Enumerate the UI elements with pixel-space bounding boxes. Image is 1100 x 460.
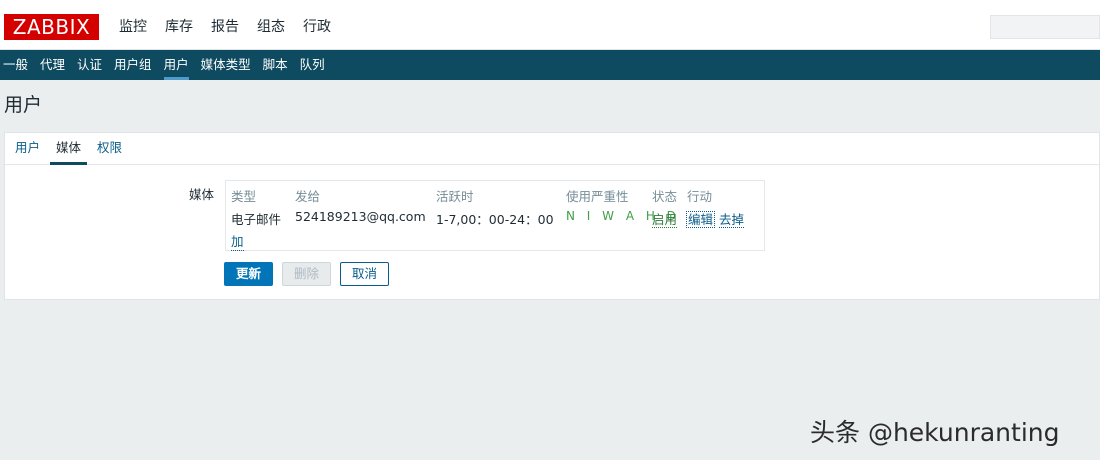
column-header-send-to: 发给 [295, 189, 321, 204]
tab-bar: 用户 媒体 权限 [5, 133, 1100, 165]
global-search-input[interactable] [990, 15, 1100, 39]
main-nav: 监控 库存 报告 组态 行政 [110, 0, 340, 50]
column-header-status: 状态 [652, 189, 678, 204]
media-table: 类型 发给 活跃时 使用严重性 状态 行动 电子邮件 524189213@qq.… [225, 180, 765, 251]
main-nav-inventory[interactable]: 库存 [156, 0, 202, 50]
subnav-item-users[interactable]: 用户 [158, 50, 195, 80]
sub-nav: 一般 代理 认证 用户组 用户 媒体类型 脚本 队列 [0, 50, 1100, 80]
media-when-active-cell: 1-7,00：00-24：00 [436, 212, 554, 227]
update-button[interactable]: 更新 [224, 262, 273, 286]
cancel-button[interactable]: 取消 [340, 262, 389, 286]
subnav-item-media-types[interactable]: 媒体类型 [195, 50, 257, 80]
subnav-item-queue[interactable]: 队列 [294, 50, 331, 80]
column-header-when-active: 活跃时 [436, 189, 474, 204]
page-title: 用户 [4, 94, 43, 116]
media-action-cell: 编辑 去掉 [686, 209, 745, 228]
subnav-item-user-groups[interactable]: 用户组 [108, 50, 158, 80]
main-nav-reports[interactable]: 报告 [202, 0, 248, 50]
tab-media[interactable]: 媒体 [50, 133, 88, 165]
edit-media-link[interactable]: 编辑 [686, 211, 716, 228]
media-send-to-cell: 524189213@qq.com [295, 209, 426, 224]
main-nav-administration[interactable]: 行政 [294, 0, 340, 50]
media-field-label: 媒体 [189, 187, 215, 202]
main-nav-monitoring[interactable]: 监控 [110, 0, 156, 50]
subnav-item-scripts[interactable]: 脚本 [257, 50, 294, 80]
remove-media-link[interactable]: 去掉 [719, 212, 745, 228]
subnav-item-authentication[interactable]: 认证 [71, 50, 108, 80]
status-enabled-link[interactable]: 启用 [652, 212, 678, 228]
media-type-cell: 电子邮件 [231, 212, 282, 227]
delete-button[interactable]: 删除 [282, 262, 331, 286]
user-form-card: 用户 媒体 权限 媒体 类型 发给 活跃时 使用严重性 状态 行动 电子邮件 5… [4, 132, 1100, 300]
subnav-item-proxies[interactable]: 代理 [34, 50, 71, 80]
tab-permissions[interactable]: 权限 [91, 133, 128, 164]
top-bar: ZABBIX 监控 库存 报告 组态 行政 [0, 0, 1100, 50]
tab-user[interactable]: 用户 [9, 133, 46, 164]
column-header-type: 类型 [231, 189, 257, 204]
column-header-action: 行动 [687, 189, 713, 204]
zabbix-logo[interactable]: ZABBIX [4, 14, 99, 40]
watermark-text: 头条 @hekunranting [810, 418, 1060, 447]
add-media-link[interactable]: 加 [231, 231, 244, 251]
media-status-cell: 启用 [652, 209, 678, 228]
main-nav-configuration[interactable]: 组态 [248, 0, 294, 50]
column-header-severity: 使用严重性 [566, 189, 629, 204]
subnav-item-general[interactable]: 一般 [0, 50, 34, 80]
